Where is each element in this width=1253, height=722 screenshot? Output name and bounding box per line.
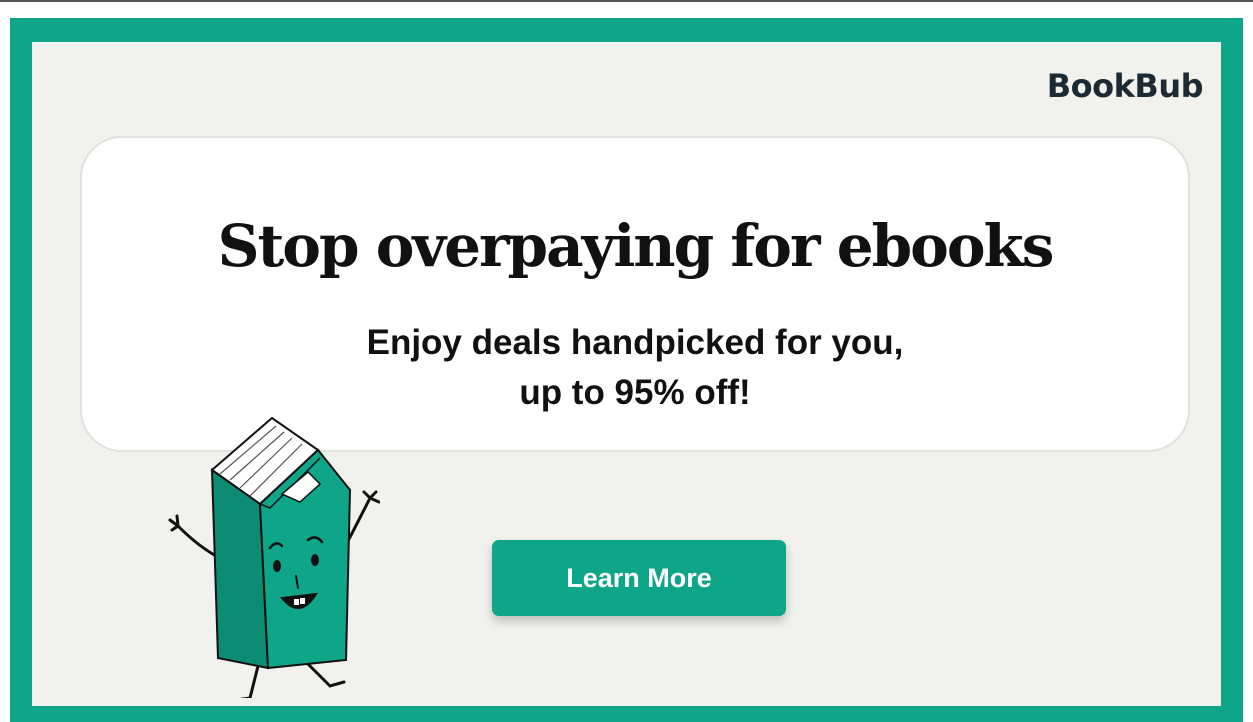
page-top-divider <box>0 0 1253 2</box>
book-mascot-icon <box>168 416 380 698</box>
ad-subline-line-1: Enjoy deals handpicked for you, <box>366 323 904 362</box>
ad-headline: Stop overpaying for ebooks <box>217 212 1055 280</box>
ad-banner[interactable]: BookBub Stop overpaying for ebooks Enjoy… <box>10 18 1243 722</box>
ad-background: BookBub Stop overpaying for ebooks Enjoy… <box>32 42 1221 706</box>
learn-more-button[interactable]: Learn More <box>492 540 786 616</box>
bookbub-logo: BookBub <box>1046 67 1204 105</box>
